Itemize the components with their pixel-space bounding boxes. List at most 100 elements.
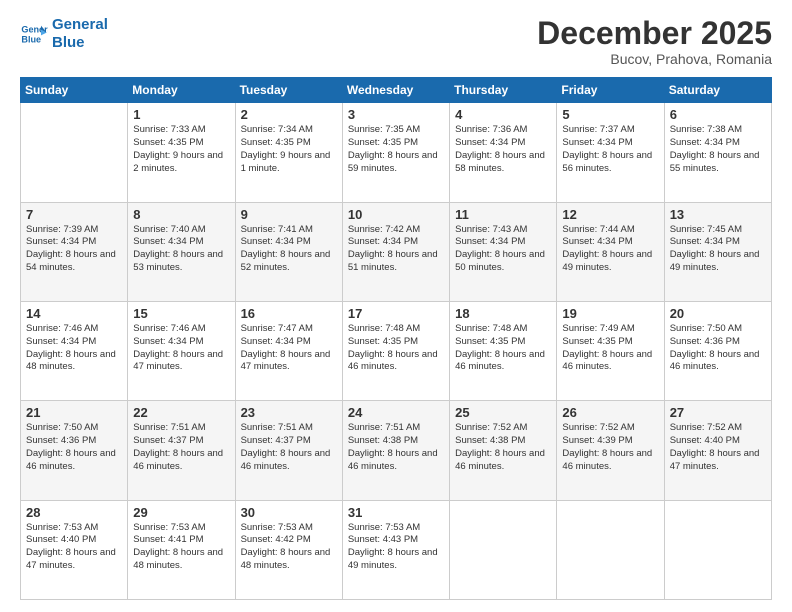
cell-sun-info: Sunrise: 7:51 AMSunset: 4:37 PMDaylight:… <box>241 422 337 473</box>
calendar-cell: 12 Sunrise: 7:44 AMSunset: 4:34 PMDayligh… <box>557 202 664 301</box>
cell-day-number: 25 <box>455 405 551 420</box>
cell-sun-info: Sunrise: 7:46 AMSunset: 4:34 PMDaylight:… <box>133 323 229 374</box>
cell-day-number: 8 <box>133 207 229 222</box>
cell-sun-info: Sunrise: 7:53 AMSunset: 4:41 PMDaylight:… <box>133 522 229 573</box>
calendar-cell: 15Sunrise: 7:46 AMSunset: 4:34 PMDayligh… <box>128 301 235 400</box>
logo-icon: General Blue <box>20 20 48 48</box>
calendar-cell: 30 Sunrise: 7:53 AMSunset: 4:42 PMDayligh… <box>235 500 342 599</box>
cell-day-number: 3 <box>348 107 444 122</box>
calendar-cell: 1 Sunrise: 7:33 AMSunset: 4:35 PMDaylight… <box>128 103 235 202</box>
logo-general: General <box>52 16 108 34</box>
calendar-cell: 14Sunrise: 7:46 AMSunset: 4:34 PMDayligh… <box>21 301 128 400</box>
cell-day-number: 12 <box>562 207 658 222</box>
calendar-cell: 22Sunrise: 7:51 AMSunset: 4:37 PMDayligh… <box>128 401 235 500</box>
header-tuesday: Tuesday <box>235 78 342 103</box>
cell-sun-info: Sunrise: 7:53 AMSunset: 4:42 PMDaylight:… <box>241 522 337 573</box>
cell-day-number: 23 <box>241 405 337 420</box>
cell-sun-info: Sunrise: 7:46 AMSunset: 4:34 PMDaylight:… <box>26 323 122 374</box>
calendar-cell: 8 Sunrise: 7:40 AMSunset: 4:34 PMDaylight… <box>128 202 235 301</box>
title-block: December 2025 Bucov, Prahova, Romania <box>537 16 772 67</box>
cell-day-number: 11 <box>455 207 551 222</box>
calendar-cell: 11 Sunrise: 7:43 AMSunset: 4:34 PMDayligh… <box>450 202 557 301</box>
calendar-cell <box>557 500 664 599</box>
cell-day-number: 24 <box>348 405 444 420</box>
cell-sun-info: Sunrise: 7:34 AMSunset: 4:35 PMDaylight:… <box>241 124 337 175</box>
calendar-cell: 24 Sunrise: 7:51 AMSunset: 4:38 PMDayligh… <box>342 401 449 500</box>
cell-sun-info: Sunrise: 7:50 AMSunset: 4:36 PMDaylight:… <box>670 323 766 374</box>
cell-sun-info: Sunrise: 7:51 AMSunset: 4:38 PMDaylight:… <box>348 422 444 473</box>
cell-sun-info: Sunrise: 7:52 AMSunset: 4:40 PMDaylight:… <box>670 422 766 473</box>
cell-sun-info: Sunrise: 7:48 AMSunset: 4:35 PMDaylight:… <box>455 323 551 374</box>
cell-sun-info: Sunrise: 7:39 AMSunset: 4:34 PMDaylight:… <box>26 224 122 275</box>
calendar-cell <box>664 500 771 599</box>
calendar-cell: 25 Sunrise: 7:52 AMSunset: 4:38 PMDayligh… <box>450 401 557 500</box>
calendar-cell: 3 Sunrise: 7:35 AMSunset: 4:35 PMDaylight… <box>342 103 449 202</box>
cell-sun-info: Sunrise: 7:42 AMSunset: 4:34 PMDaylight:… <box>348 224 444 275</box>
calendar-cell: 29 Sunrise: 7:53 AMSunset: 4:41 PMDayligh… <box>128 500 235 599</box>
cell-day-number: 29 <box>133 505 229 520</box>
calendar-cell: 18 Sunrise: 7:48 AMSunset: 4:35 PMDayligh… <box>450 301 557 400</box>
cell-day-number: 26 <box>562 405 658 420</box>
calendar-cell: 26 Sunrise: 7:52 AMSunset: 4:39 PMDayligh… <box>557 401 664 500</box>
cell-day-number: 18 <box>455 306 551 321</box>
cell-sun-info: Sunrise: 7:53 AMSunset: 4:43 PMDaylight:… <box>348 522 444 573</box>
calendar-cell <box>450 500 557 599</box>
calendar-cell: 9Sunrise: 7:41 AMSunset: 4:34 PMDaylight… <box>235 202 342 301</box>
calendar-cell: 6Sunrise: 7:38 AMSunset: 4:34 PMDaylight… <box>664 103 771 202</box>
calendar-cell: 27 Sunrise: 7:52 AMSunset: 4:40 PMDayligh… <box>664 401 771 500</box>
calendar-table: SundayMondayTuesdayWednesdayThursdayFrid… <box>20 77 772 600</box>
cell-sun-info: Sunrise: 7:52 AMSunset: 4:38 PMDaylight:… <box>455 422 551 473</box>
cell-sun-info: Sunrise: 7:40 AMSunset: 4:34 PMDaylight:… <box>133 224 229 275</box>
cell-sun-info: Sunrise: 7:48 AMSunset: 4:35 PMDaylight:… <box>348 323 444 374</box>
calendar-week-2: 7 Sunrise: 7:39 AMSunset: 4:34 PMDaylight… <box>21 202 772 301</box>
cell-day-number: 13 <box>670 207 766 222</box>
calendar-week-4: 21Sunrise: 7:50 AMSunset: 4:36 PMDayligh… <box>21 401 772 500</box>
cell-day-number: 27 <box>670 405 766 420</box>
cell-day-number: 19 <box>562 306 658 321</box>
cell-day-number: 1 <box>133 107 229 122</box>
header-thursday: Thursday <box>450 78 557 103</box>
cell-day-number: 17 <box>348 306 444 321</box>
cell-sun-info: Sunrise: 7:52 AMSunset: 4:39 PMDaylight:… <box>562 422 658 473</box>
calendar-cell: 31 Sunrise: 7:53 AMSunset: 4:43 PMDayligh… <box>342 500 449 599</box>
cell-sun-info: Sunrise: 7:37 AMSunset: 4:34 PMDaylight:… <box>562 124 658 175</box>
calendar-cell: 16Sunrise: 7:47 AMSunset: 4:34 PMDayligh… <box>235 301 342 400</box>
header-wednesday: Wednesday <box>342 78 449 103</box>
header-monday: Monday <box>128 78 235 103</box>
calendar-cell: 17 Sunrise: 7:48 AMSunset: 4:35 PMDayligh… <box>342 301 449 400</box>
calendar-cell: 10 Sunrise: 7:42 AMSunset: 4:34 PMDayligh… <box>342 202 449 301</box>
cell-day-number: 16 <box>241 306 337 321</box>
cell-day-number: 31 <box>348 505 444 520</box>
calendar-header-row: SundayMondayTuesdayWednesdayThursdayFrid… <box>21 78 772 103</box>
cell-sun-info: Sunrise: 7:50 AMSunset: 4:36 PMDaylight:… <box>26 422 122 473</box>
cell-sun-info: Sunrise: 7:33 AMSunset: 4:35 PMDaylight:… <box>133 124 229 175</box>
calendar-cell: 20 Sunrise: 7:50 AMSunset: 4:36 PMDayligh… <box>664 301 771 400</box>
cell-day-number: 5 <box>562 107 658 122</box>
cell-sun-info: Sunrise: 7:43 AMSunset: 4:34 PMDaylight:… <box>455 224 551 275</box>
calendar-cell: 4Sunrise: 7:36 AMSunset: 4:34 PMDaylight… <box>450 103 557 202</box>
calendar-cell: 7 Sunrise: 7:39 AMSunset: 4:34 PMDaylight… <box>21 202 128 301</box>
header-friday: Friday <box>557 78 664 103</box>
calendar-cell <box>21 103 128 202</box>
calendar-cell: 5 Sunrise: 7:37 AMSunset: 4:34 PMDaylight… <box>557 103 664 202</box>
page: General Blue General Blue December 2025 … <box>0 0 792 612</box>
cell-day-number: 20 <box>670 306 766 321</box>
cell-sun-info: Sunrise: 7:45 AMSunset: 4:34 PMDaylight:… <box>670 224 766 275</box>
cell-sun-info: Sunrise: 7:44 AMSunset: 4:34 PMDaylight:… <box>562 224 658 275</box>
cell-sun-info: Sunrise: 7:51 AMSunset: 4:37 PMDaylight:… <box>133 422 229 473</box>
cell-day-number: 30 <box>241 505 337 520</box>
cell-day-number: 6 <box>670 107 766 122</box>
cell-day-number: 28 <box>26 505 122 520</box>
cell-sun-info: Sunrise: 7:49 AMSunset: 4:35 PMDaylight:… <box>562 323 658 374</box>
calendar-cell: 2Sunrise: 7:34 AMSunset: 4:35 PMDaylight… <box>235 103 342 202</box>
cell-day-number: 7 <box>26 207 122 222</box>
cell-day-number: 10 <box>348 207 444 222</box>
calendar-week-1: 1 Sunrise: 7:33 AMSunset: 4:35 PMDaylight… <box>21 103 772 202</box>
calendar-cell: 13 Sunrise: 7:45 AMSunset: 4:34 PMDayligh… <box>664 202 771 301</box>
calendar-cell: 21Sunrise: 7:50 AMSunset: 4:36 PMDayligh… <box>21 401 128 500</box>
cell-sun-info: Sunrise: 7:35 AMSunset: 4:35 PMDaylight:… <box>348 124 444 175</box>
calendar-cell: 28Sunrise: 7:53 AMSunset: 4:40 PMDayligh… <box>21 500 128 599</box>
cell-day-number: 4 <box>455 107 551 122</box>
logo: General Blue General Blue <box>20 16 108 52</box>
calendar-cell: 19 Sunrise: 7:49 AMSunset: 4:35 PMDayligh… <box>557 301 664 400</box>
